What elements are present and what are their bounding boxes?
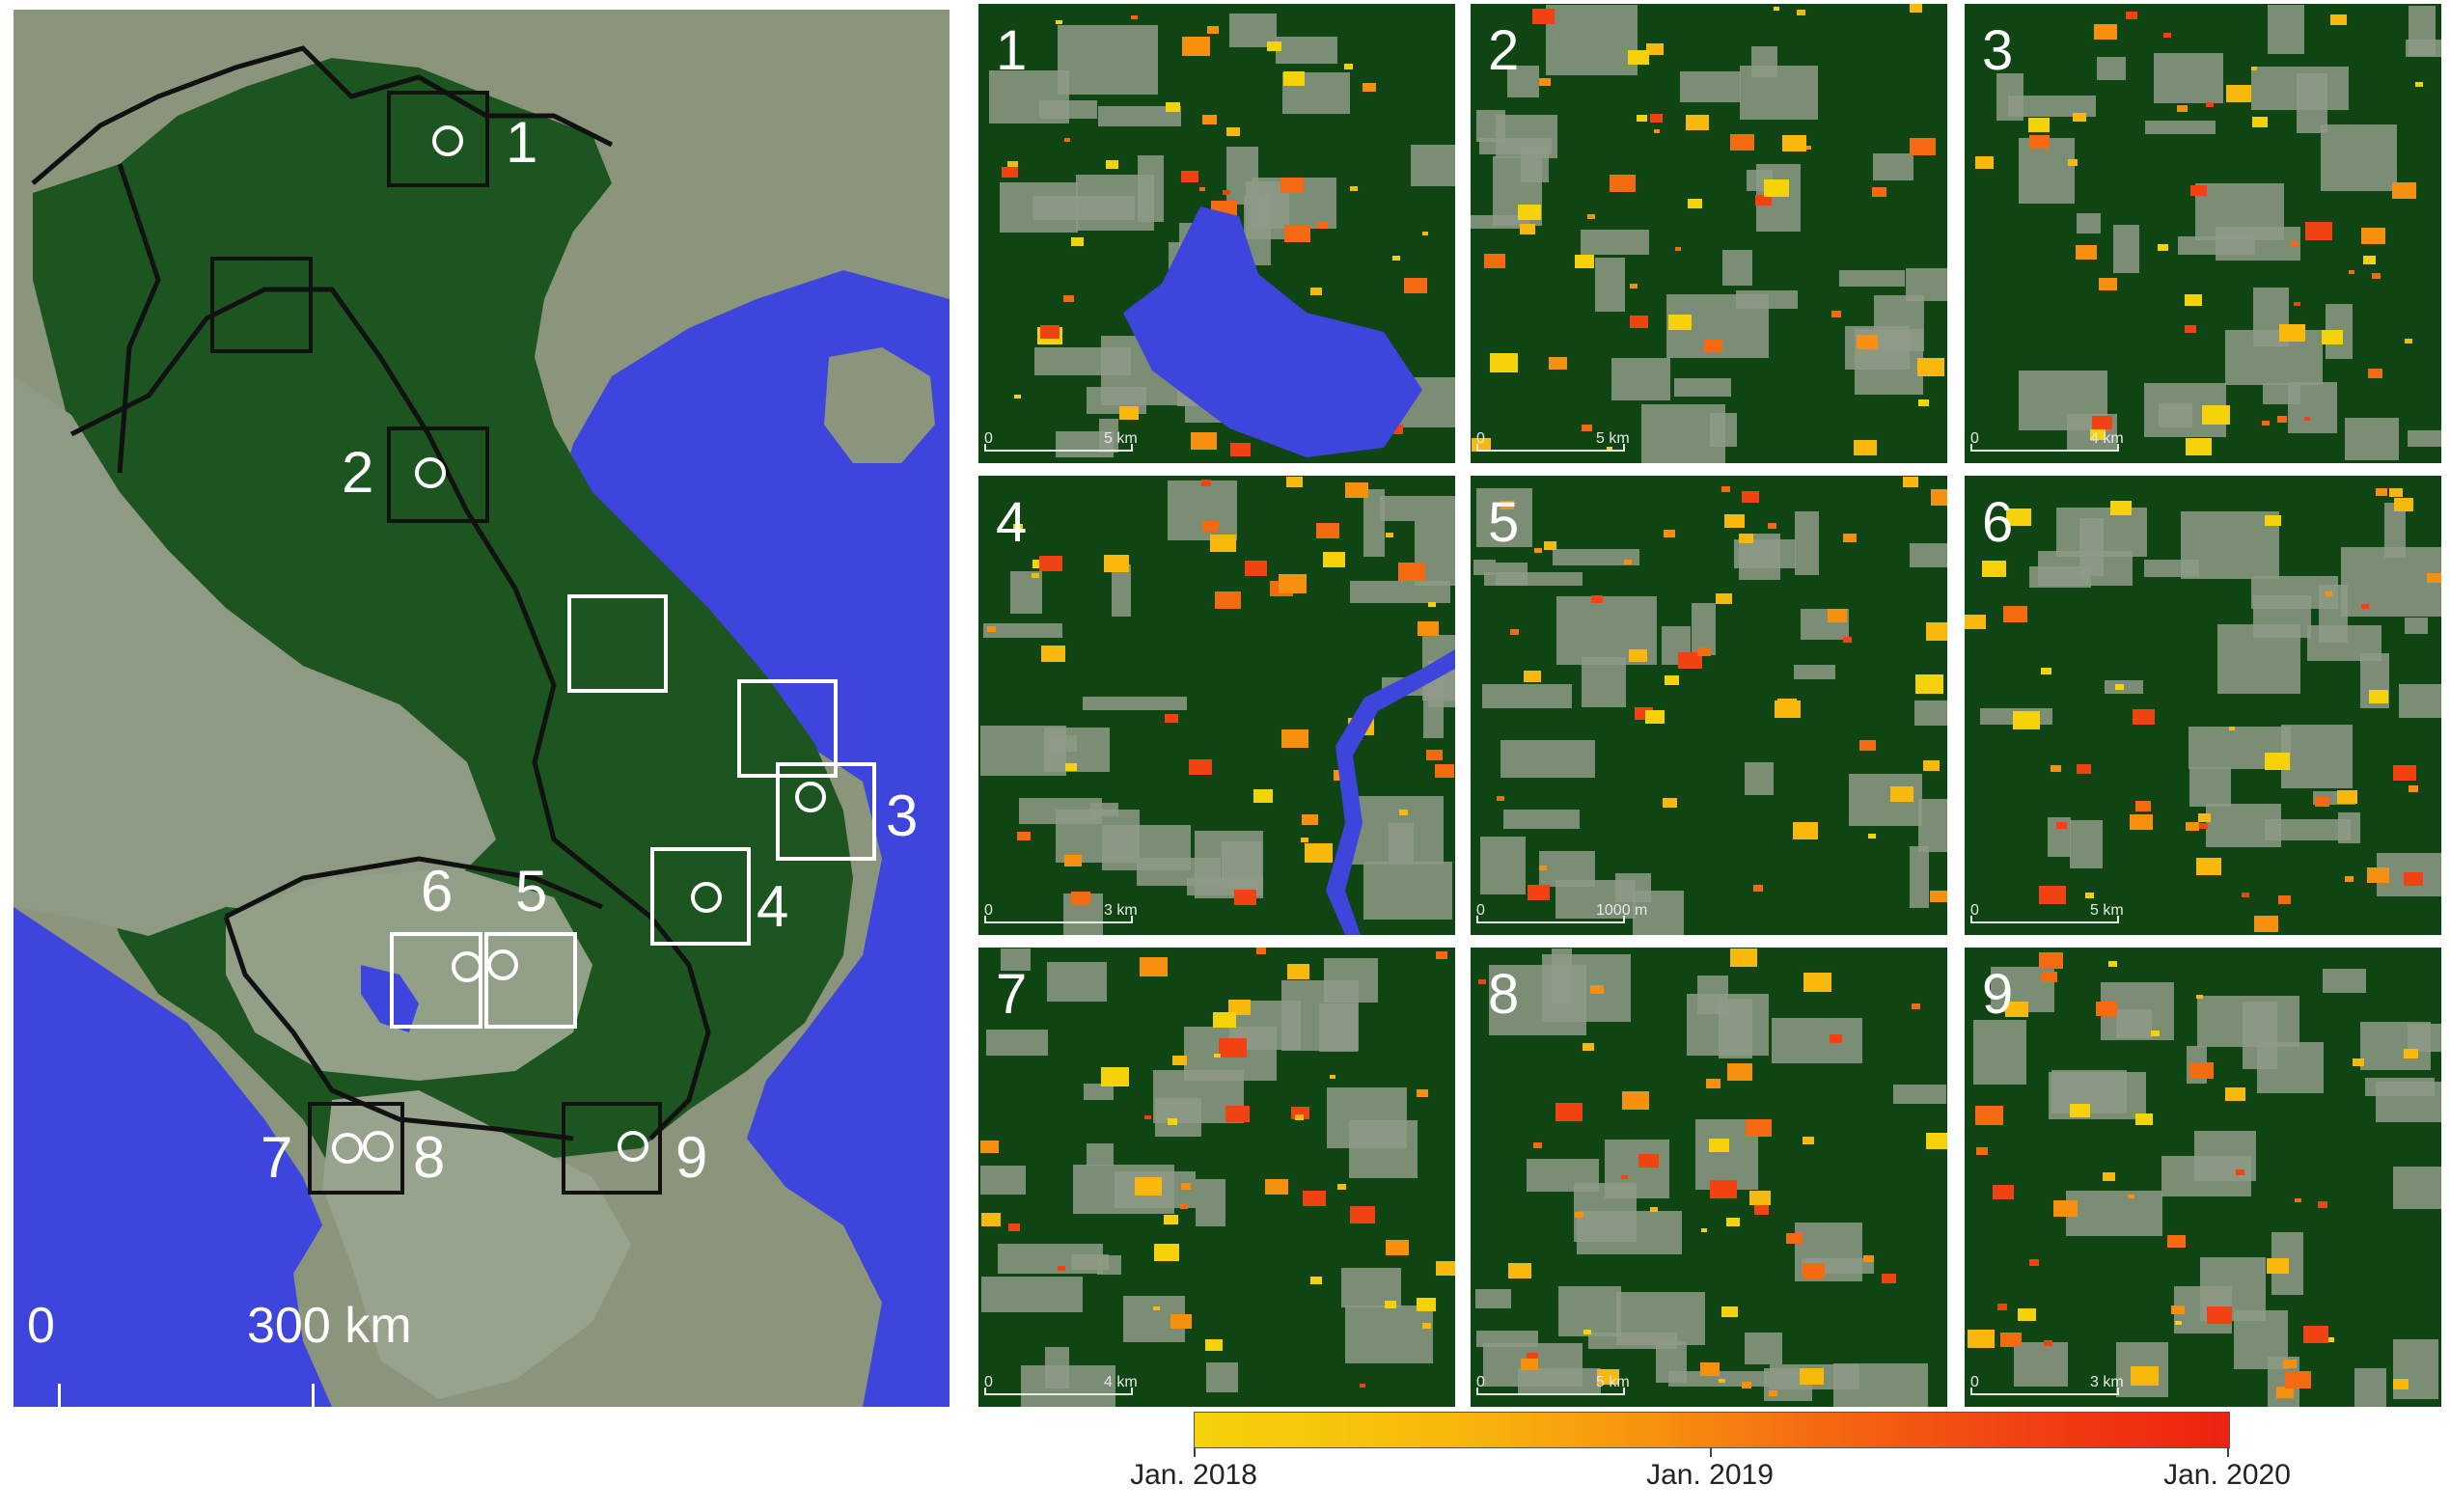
detail-panel-1-number: 1	[996, 19, 1028, 82]
colorbar-label-2019: Jan. 2019	[1646, 1459, 1774, 1491]
detail-panel-2: 2 0 5 km	[1471, 4, 1947, 463]
date-colorbar	[1194, 1412, 2230, 1448]
overview-scale-zero: 0	[27, 1298, 55, 1354]
scale-zero: 0	[984, 1374, 993, 1390]
detail-panel-2-number: 2	[1488, 19, 1520, 82]
detail-panel-4-scale: 0 3 km	[984, 902, 1139, 929]
site-label-3: 3	[886, 783, 919, 848]
colorbar-tick-2020	[2227, 1447, 2229, 1457]
scale-distance: 4 km	[2090, 430, 2124, 447]
scale-zero: 0	[1476, 1374, 1485, 1390]
scale-distance: 3 km	[1104, 902, 1138, 919]
site-label-9: 9	[675, 1125, 708, 1190]
detail-panel-3: 3 0 4 km	[1965, 4, 2441, 463]
scale-distance: 5 km	[1596, 1374, 1630, 1390]
detail-panel-3-map	[1965, 4, 2441, 463]
detail-panel-4-map	[978, 476, 1455, 935]
scale-distance: 5 km	[1596, 430, 1630, 447]
scale-zero: 0	[1476, 902, 1485, 919]
detail-panel-6-scale: 0 5 km	[1970, 902, 2125, 929]
colorbar-tick-2019	[1710, 1447, 1712, 1457]
scale-zero: 0	[984, 430, 993, 447]
site-label-8: 8	[413, 1125, 446, 1190]
detail-panel-7-map	[978, 948, 1455, 1407]
detail-panel-4: 4 0 3 km	[978, 476, 1455, 935]
scale-zero: 0	[984, 902, 993, 919]
scale-zero: 0	[1476, 430, 1485, 447]
scale-zero: 0	[1970, 1374, 1979, 1390]
detail-panel-1-map	[978, 4, 1455, 463]
detail-panel-9-number: 9	[1982, 963, 2014, 1026]
site-label-7: 7	[261, 1125, 293, 1190]
detail-panel-1-scale: 0 5 km	[984, 430, 1139, 457]
detail-panel-8: 8 0 5 km	[1471, 948, 1947, 1407]
scale-distance: 5 km	[2090, 902, 2124, 919]
colorbar-label-2020: Jan. 2020	[2163, 1459, 2291, 1491]
site-label-4: 4	[757, 874, 789, 939]
colorbar-tick-2018	[1194, 1447, 1196, 1457]
overview-map-canvas	[14, 10, 950, 1407]
scale-distance: 1000 m	[1596, 902, 1648, 919]
detail-panel-5-scale: 0 1000 m	[1476, 902, 1647, 929]
detail-panel-4-number: 4	[996, 491, 1028, 554]
detail-panel-7: 7 0 4 km	[978, 948, 1455, 1407]
detail-panel-5-number: 5	[1488, 491, 1520, 554]
scale-distance: 3 km	[2090, 1374, 2124, 1390]
scale-distance: 4 km	[1104, 1374, 1138, 1390]
site-label-6: 6	[421, 859, 454, 923]
detail-panel-2-map	[1471, 4, 1947, 463]
detail-panel-7-scale: 0 4 km	[984, 1374, 1139, 1401]
detail-panel-2-scale: 0 5 km	[1476, 430, 1631, 457]
scale-zero: 0	[1970, 902, 1979, 919]
detail-panel-3-scale: 0 4 km	[1970, 430, 2125, 457]
site-label-2: 2	[342, 440, 374, 505]
detail-panel-3-number: 3	[1982, 19, 2014, 82]
detail-panel-6-map	[1965, 476, 2441, 935]
detail-panel-6-number: 6	[1982, 491, 2014, 554]
overview-map: 1 2 3 4 5 6 7 8 9 0 300 km	[14, 10, 950, 1407]
scale-zero: 0	[1970, 430, 1979, 447]
site-label-1: 1	[506, 110, 538, 175]
colorbar-label-2018: Jan. 2018	[1130, 1459, 1257, 1491]
site-label-5: 5	[515, 859, 548, 923]
detail-panel-9: 9 0 3 km	[1965, 948, 2441, 1407]
detail-panel-7-number: 7	[996, 963, 1028, 1026]
detail-panel-8-map	[1471, 948, 1947, 1407]
detail-panel-8-scale: 0 5 km	[1476, 1374, 1631, 1401]
detail-panel-6: 6 0 5 km	[1965, 476, 2441, 935]
overview-scale-bar	[58, 1384, 315, 1407]
detail-panel-8-number: 8	[1488, 963, 1520, 1026]
overview-scale-distance: 300 km	[247, 1298, 412, 1354]
detail-panel-9-scale: 0 3 km	[1970, 1374, 2125, 1401]
detail-panel-9-map	[1965, 948, 2441, 1407]
scale-distance: 5 km	[1104, 430, 1138, 447]
detail-panel-5-map	[1471, 476, 1947, 935]
detail-panel-5: 5 0 1000 m	[1471, 476, 1947, 935]
detail-panel-1: 1 0 5 km	[978, 4, 1455, 463]
